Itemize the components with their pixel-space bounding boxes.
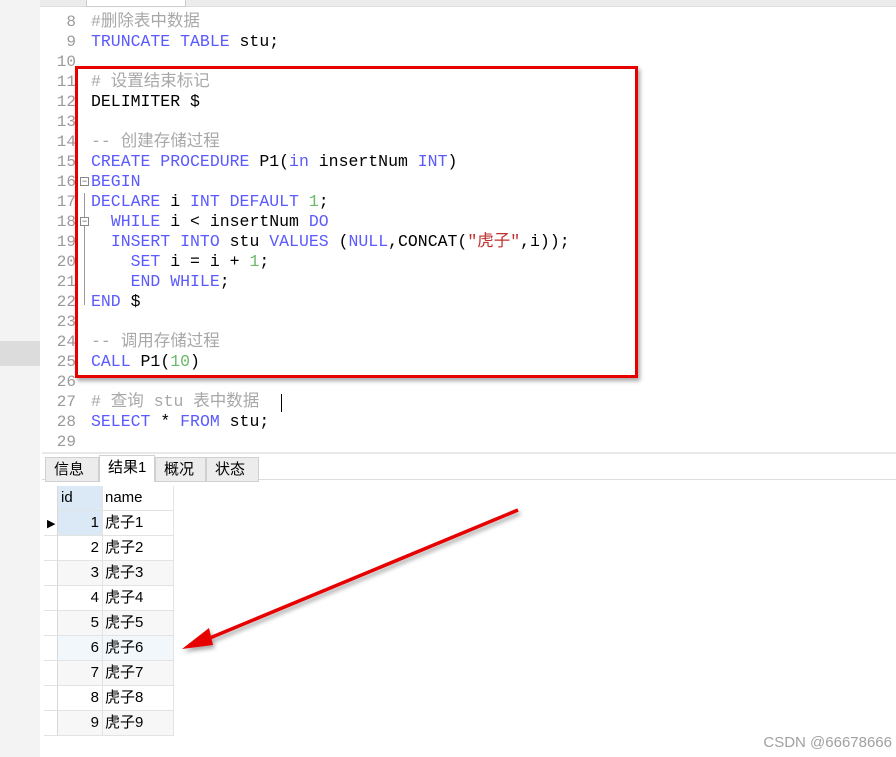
arrow-head <box>182 628 213 649</box>
arrow-shaft <box>204 508 519 642</box>
annotation-arrow <box>182 508 519 649</box>
watermark: CSDN @66678666 <box>763 734 892 751</box>
